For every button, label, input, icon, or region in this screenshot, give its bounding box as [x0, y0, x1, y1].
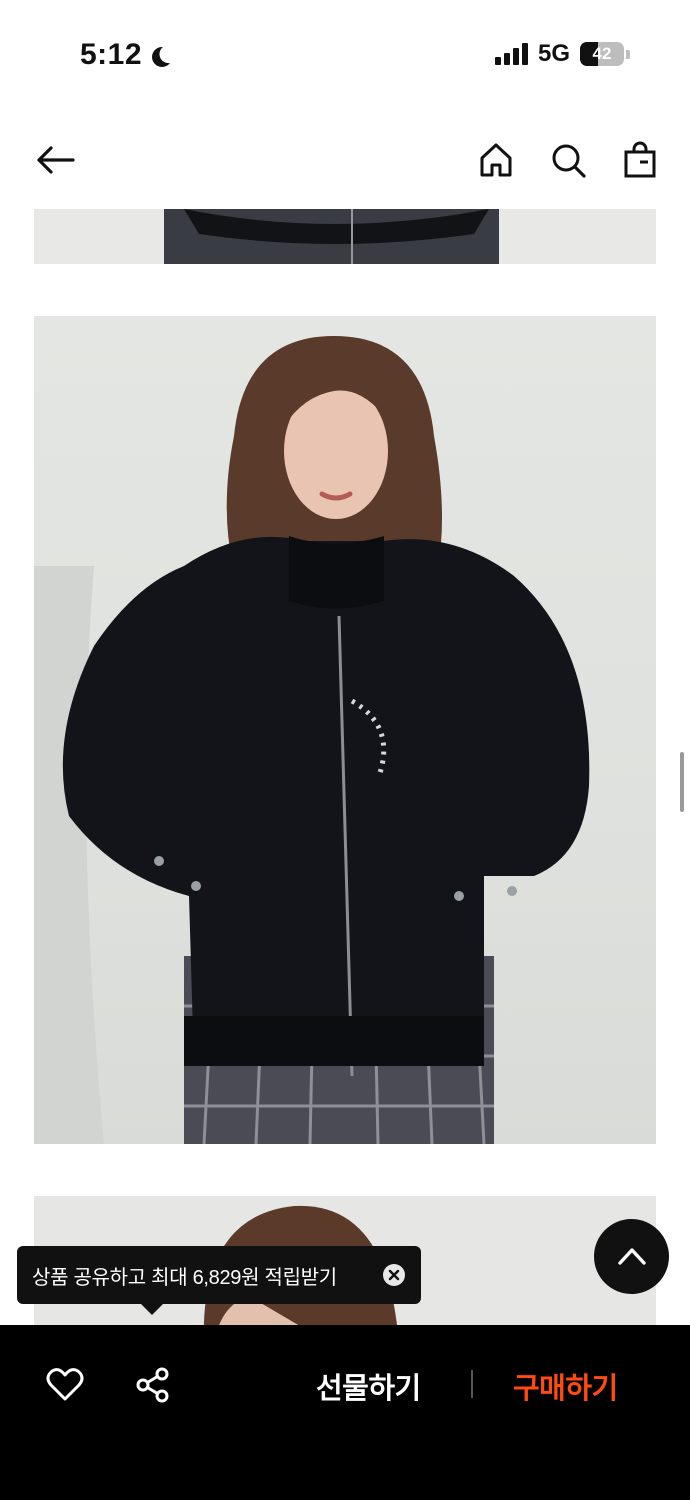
heart-icon — [46, 1368, 84, 1401]
bottom-bar-divider — [471, 1370, 473, 1398]
battery-level: 42 — [592, 44, 612, 63]
network-label: 5G — [537, 40, 570, 67]
tooltip-close-button[interactable] — [383, 1264, 405, 1286]
nav-bar — [0, 115, 690, 205]
tooltip-arrow — [140, 1303, 164, 1315]
search-icon — [552, 144, 586, 178]
status-time: 5:12 — [80, 38, 143, 71]
search-button[interactable] — [543, 135, 593, 185]
moon-icon — [148, 43, 172, 67]
back-button[interactable] — [30, 135, 80, 185]
home-icon — [480, 143, 512, 177]
wishlist-button[interactable] — [45, 1365, 85, 1405]
battery-icon: 42 — [580, 42, 624, 66]
bottom-action-bar: 선물하기 구매하기 — [0, 1325, 690, 1500]
share-reward-tooltip: 상품 공유하고 최대 6,829원 적립받기 — [17, 1246, 421, 1304]
battery-cap — [626, 49, 630, 59]
product-image-top — [34, 209, 656, 264]
scroll-top-button[interactable] — [594, 1219, 669, 1294]
close-circle-icon — [388, 1269, 400, 1281]
home-button[interactable] — [471, 135, 521, 185]
status-bar: 5:12 5G 42 — [0, 0, 690, 110]
shopping-bag-icon — [624, 141, 656, 178]
scroll-indicator[interactable] — [680, 752, 684, 812]
status-indicators: 5G 42 — [494, 40, 630, 68]
share-icon — [136, 1367, 169, 1403]
product-image-top-art — [164, 209, 499, 264]
buy-button[interactable]: 구매하기 — [513, 1365, 618, 1407]
shopping-bag-button[interactable] — [615, 135, 665, 185]
product-image-main-art — [34, 336, 590, 1144]
product-image-main — [34, 316, 656, 1144]
tooltip-text: 상품 공유하고 최대 6,829원 적립받기 — [32, 1266, 337, 1289]
arrow-left-icon — [37, 146, 75, 174]
gift-button[interactable]: 선물하기 — [316, 1365, 421, 1407]
signal-icon — [494, 43, 528, 65]
chevron-up-icon — [617, 1247, 646, 1265]
share-button[interactable] — [133, 1365, 173, 1405]
status-time-group: 5:12 — [80, 38, 172, 72]
